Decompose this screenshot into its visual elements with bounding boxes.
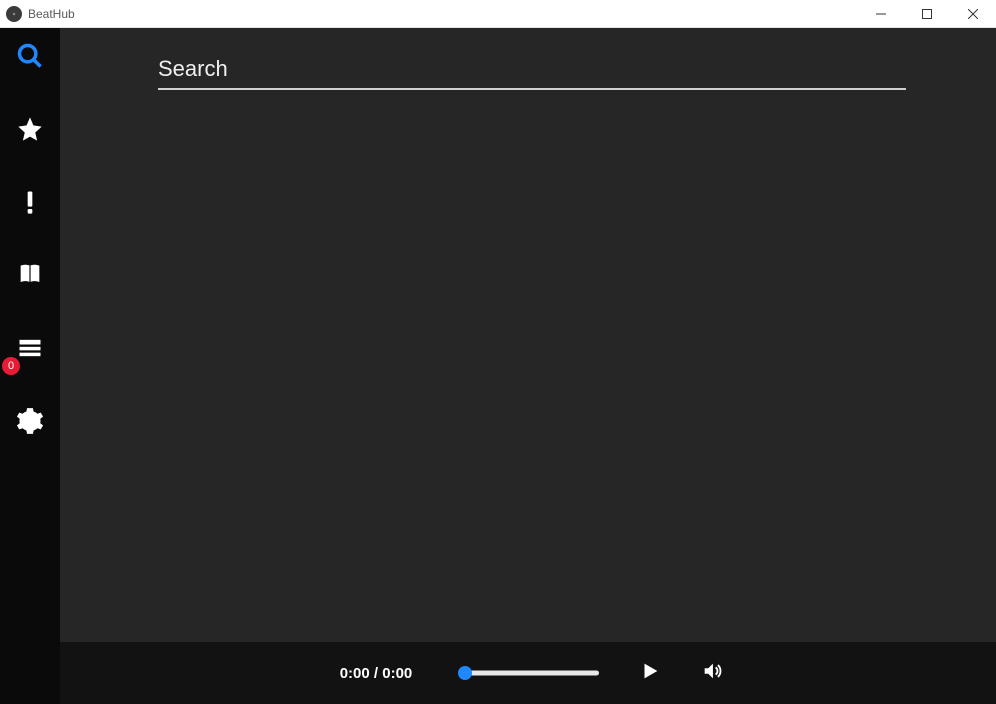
search-input[interactable]: Search: [158, 56, 906, 90]
queue-icon: [16, 334, 44, 367]
book-icon: [16, 261, 44, 294]
sidebar-item-search[interactable]: [0, 42, 60, 75]
player-bar: 0:00 / 0:00: [60, 642, 996, 704]
play-button[interactable]: [639, 660, 661, 687]
star-icon: [16, 115, 44, 148]
sidebar: 0: [0, 28, 60, 704]
sidebar-item-queue[interactable]: 0: [0, 334, 60, 367]
sidebar-item-alerts[interactable]: [0, 188, 60, 221]
volume-icon: [701, 669, 723, 686]
sidebar-item-favorites[interactable]: [0, 115, 60, 148]
exclamation-icon: [16, 188, 44, 221]
window-title: BeatHub: [28, 7, 75, 21]
play-icon: [639, 669, 661, 686]
window-titlebar: BeatHub: [0, 0, 996, 28]
content-area: Search: [60, 28, 996, 642]
maximize-button[interactable]: [904, 0, 950, 28]
search-icon: [16, 42, 44, 75]
close-button[interactable]: [950, 0, 996, 28]
queue-badge: 0: [2, 357, 20, 375]
seek-slider[interactable]: [459, 666, 599, 680]
volume-button[interactable]: [701, 660, 723, 687]
app-icon: [6, 6, 22, 22]
sidebar-item-settings[interactable]: [0, 407, 60, 440]
minimize-button[interactable]: [858, 0, 904, 28]
sidebar-item-library[interactable]: [0, 261, 60, 294]
gear-icon: [16, 407, 44, 440]
time-display: 0:00 / 0:00: [333, 665, 419, 682]
search-placeholder: Search: [158, 56, 228, 81]
